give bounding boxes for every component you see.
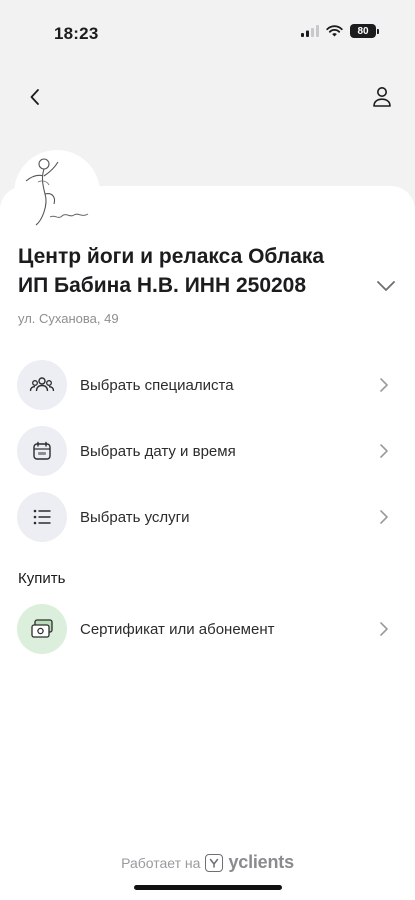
company-address: ул. Суханова, 49 bbox=[18, 311, 119, 326]
user-icon bbox=[373, 87, 391, 107]
brand-name: yclients bbox=[228, 852, 294, 872]
yclients-logo-icon bbox=[205, 853, 224, 872]
battery-indicator: 80 bbox=[350, 24, 379, 38]
menu-item-services[interactable]: Выбрать услуги bbox=[0, 490, 415, 544]
team-icon bbox=[17, 360, 67, 410]
chevron-right-icon bbox=[380, 622, 388, 636]
signal-icon bbox=[301, 25, 319, 37]
menu-item-label: Сертификат или абонемент bbox=[80, 620, 275, 638]
menu-item-label: Выбрать специалиста bbox=[80, 376, 234, 394]
status-time: 18:23 bbox=[54, 24, 99, 43]
chevron-left-icon bbox=[30, 89, 39, 105]
battery-level: 80 bbox=[357, 25, 369, 37]
menu-item-datetime[interactable]: Выбрать дату и время bbox=[0, 424, 415, 478]
buy-section-title: Купить bbox=[18, 570, 66, 587]
expand-details-button[interactable] bbox=[373, 276, 399, 296]
menu-item-label: Выбрать услуги bbox=[80, 508, 190, 526]
powered-by-footer[interactable]: Работает на yclients bbox=[0, 852, 415, 873]
calendar-icon bbox=[17, 426, 67, 476]
back-button[interactable] bbox=[22, 84, 48, 110]
chevron-down-icon bbox=[377, 281, 395, 291]
wifi-icon bbox=[326, 25, 343, 37]
profile-button[interactable] bbox=[369, 84, 395, 110]
chevron-right-icon bbox=[380, 510, 388, 524]
chevron-right-icon bbox=[380, 444, 388, 458]
list-icon bbox=[17, 492, 67, 542]
company-title-line1: Центр йоги и релакса Облака bbox=[18, 245, 325, 268]
menu-item-certificate[interactable]: Сертификат или абонемент bbox=[0, 602, 415, 656]
powered-by-text: Работает на bbox=[121, 854, 201, 871]
company-title-line2: ИП Бабина Н.В. ИНН 250208 bbox=[18, 274, 307, 297]
menu-item-label: Выбрать дату и время bbox=[80, 442, 236, 460]
menu-item-specialist[interactable]: Выбрать специалиста bbox=[0, 358, 415, 412]
battery-icon: 80 bbox=[350, 24, 376, 38]
company-logo bbox=[14, 150, 100, 236]
yoga-figure-logo-icon bbox=[25, 158, 89, 226]
chevron-right-icon bbox=[380, 378, 388, 392]
status-bar: 18:23 80 bbox=[0, 0, 415, 60]
status-icons: 80 bbox=[301, 24, 379, 38]
home-indicator bbox=[134, 885, 282, 890]
company-title: Центр йоги и релакса Облака ИП Бабина Н.… bbox=[18, 242, 378, 300]
certificate-icon bbox=[17, 604, 67, 654]
